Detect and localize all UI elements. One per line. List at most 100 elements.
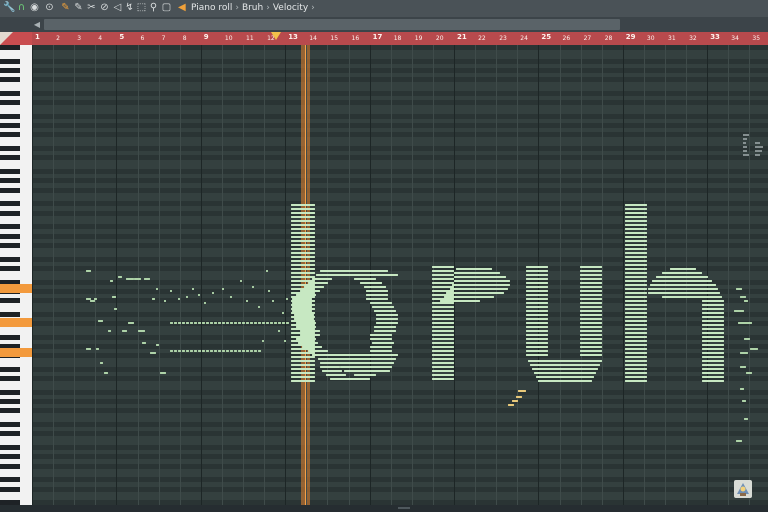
- midi-note[interactable]: [526, 278, 548, 280]
- midi-note[interactable]: [336, 362, 394, 364]
- midi-note[interactable]: [580, 338, 602, 340]
- midi-note[interactable]: [198, 322, 201, 324]
- midi-note[interactable]: [580, 278, 602, 280]
- midi-note[interactable]: [526, 306, 548, 308]
- midi-note[interactable]: [291, 372, 315, 374]
- midi-note[interactable]: [230, 350, 233, 352]
- black-key[interactable]: [0, 224, 20, 230]
- midi-note[interactable]: [702, 368, 724, 370]
- midi-note[interactable]: [432, 378, 454, 380]
- midi-note[interactable]: [326, 374, 346, 376]
- midi-note[interactable]: [625, 304, 647, 306]
- midi-note[interactable]: [291, 256, 315, 258]
- midi-note[interactable]: [526, 290, 548, 292]
- midi-note[interactable]: [278, 322, 281, 324]
- midi-note[interactable]: [360, 282, 382, 284]
- midi-note[interactable]: [625, 208, 647, 210]
- midi-note[interactable]: [625, 364, 647, 366]
- midi-note[interactable]: [194, 322, 197, 324]
- black-key[interactable]: [0, 399, 20, 405]
- midi-note[interactable]: [625, 260, 647, 262]
- black-key[interactable]: [0, 114, 20, 119]
- midi-note[interactable]: [452, 284, 510, 286]
- midi-note[interactable]: [662, 296, 722, 298]
- midi-note[interactable]: [296, 322, 316, 324]
- midi-note[interactable]: [128, 322, 134, 324]
- midi-note[interactable]: [580, 302, 602, 304]
- midi-note[interactable]: [580, 310, 602, 312]
- midi-note[interactable]: [625, 344, 647, 346]
- midi-note[interactable]: [218, 322, 221, 324]
- midi-note[interactable]: [432, 342, 454, 344]
- midi-note[interactable]: [625, 372, 647, 374]
- midi-note[interactable]: [625, 232, 647, 234]
- midi-note[interactable]: [742, 400, 746, 402]
- midi-note[interactable]: [702, 356, 724, 358]
- pencil-icon[interactable]: ✎: [60, 1, 71, 15]
- black-key[interactable]: [0, 210, 20, 216]
- midi-note[interactable]: [96, 348, 99, 350]
- midi-note[interactable]: [625, 328, 647, 330]
- midi-note[interactable]: [258, 306, 260, 308]
- black-key[interactable]: [0, 58, 20, 64]
- black-key[interactable]: [0, 298, 20, 303]
- playhead-marker-icon[interactable]: [271, 32, 281, 40]
- mute-icon[interactable]: ◁: [112, 1, 123, 15]
- midi-note[interactable]: [334, 270, 388, 272]
- midi-note[interactable]: [538, 380, 592, 382]
- midi-note[interactable]: [702, 308, 724, 310]
- midi-note[interactable]: [526, 294, 548, 296]
- midi-note[interactable]: [625, 276, 647, 278]
- midi-note[interactable]: [625, 236, 647, 238]
- midi-note[interactable]: [330, 378, 350, 380]
- midi-note[interactable]: [238, 322, 241, 324]
- midi-note[interactable]: [291, 240, 315, 242]
- midi-note[interactable]: [625, 368, 647, 370]
- midi-note[interactable]: [526, 342, 548, 344]
- midi-note[interactable]: [702, 300, 724, 302]
- midi-note[interactable]: [656, 276, 708, 278]
- breadcrumb-item[interactable]: Velocity: [273, 3, 308, 13]
- record-icon[interactable]: ◉: [29, 1, 40, 15]
- midi-note[interactable]: [370, 302, 392, 304]
- midi-note[interactable]: [214, 350, 217, 352]
- midi-note[interactable]: [291, 380, 315, 382]
- midi-note[interactable]: [740, 296, 746, 298]
- midi-note[interactable]: [625, 348, 647, 350]
- midi-note[interactable]: [114, 308, 117, 310]
- midi-note[interactable]: [580, 322, 602, 324]
- midi-note[interactable]: [198, 294, 200, 296]
- midi-note[interactable]: [740, 366, 746, 368]
- midi-note[interactable]: [322, 354, 398, 356]
- resize-grip-icon[interactable]: [398, 507, 410, 509]
- midi-note[interactable]: [528, 360, 602, 362]
- midi-note[interactable]: [625, 332, 647, 334]
- black-key[interactable]: [0, 311, 20, 317]
- midi-note[interactable]: [580, 270, 602, 272]
- midi-note[interactable]: [182, 322, 185, 324]
- midi-note[interactable]: [625, 292, 647, 294]
- midi-note[interactable]: [286, 322, 289, 324]
- midi-note[interactable]: [625, 268, 647, 270]
- highlighted-key[interactable]: [0, 284, 32, 293]
- black-key[interactable]: [0, 45, 20, 50]
- midi-note[interactable]: [291, 212, 315, 214]
- midi-note[interactable]: [532, 368, 598, 370]
- midi-note[interactable]: [104, 372, 108, 374]
- midi-note[interactable]: [702, 372, 724, 374]
- midi-note[interactable]: [348, 378, 370, 380]
- midi-note[interactable]: [625, 204, 647, 206]
- midi-note[interactable]: [734, 310, 744, 312]
- midi-note[interactable]: [750, 348, 758, 350]
- breadcrumb-item[interactable]: Bruh: [242, 3, 263, 13]
- midi-note[interactable]: [625, 316, 647, 318]
- black-key[interactable]: [0, 431, 20, 437]
- midi-note[interactable]: [156, 344, 159, 346]
- midi-note[interactable]: [526, 350, 548, 352]
- midi-note[interactable]: [322, 274, 398, 276]
- midi-note[interactable]: [308, 350, 328, 352]
- midi-note[interactable]: [291, 228, 315, 230]
- midi-note[interactable]: [270, 322, 273, 324]
- midi-note[interactable]: [174, 350, 177, 352]
- midi-note[interactable]: [580, 330, 602, 332]
